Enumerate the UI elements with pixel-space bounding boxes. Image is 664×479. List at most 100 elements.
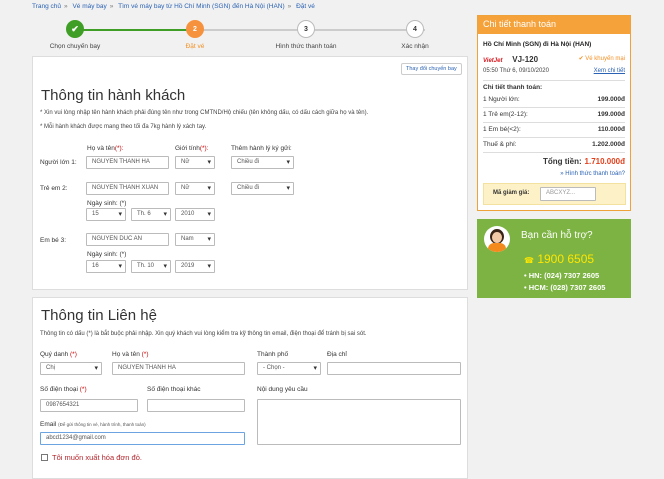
name-column-label: Họ và tên(*): bbox=[87, 145, 124, 152]
label-text: Số điện thoại bbox=[40, 386, 78, 393]
step-number: 3 bbox=[297, 20, 315, 38]
passenger-2-month-select[interactable]: Th. 6 bbox=[131, 208, 171, 221]
passenger-2-gender-select[interactable]: Nữ bbox=[175, 182, 215, 195]
step-label: Chọn chuyến bay bbox=[49, 43, 101, 50]
price-value: 199.000đ bbox=[597, 111, 625, 118]
divider bbox=[483, 80, 625, 81]
passenger-3-gender-select[interactable]: Nam bbox=[175, 233, 215, 246]
time-row: 05:50 Thứ 6, 09/10/2020 Xem chi tiết bbox=[483, 68, 625, 74]
phone-icon: ☎ bbox=[524, 256, 534, 265]
address-input[interactable] bbox=[327, 362, 461, 375]
payment-detail-title: Chi tiết thanh toán: bbox=[483, 84, 543, 91]
contact-panel: Thông tin Liên hệ Thông tin có dấu (*) l… bbox=[32, 297, 468, 479]
price-label: 1 Em bé(<2): bbox=[483, 126, 521, 133]
label-text: Họ và tên bbox=[112, 351, 140, 358]
passenger-3-name-input[interactable]: NGUYEN DUC AN bbox=[86, 233, 169, 246]
change-flight-button[interactable]: Thay đổi chuyến bay bbox=[401, 63, 462, 75]
price-value: 110.000đ bbox=[597, 126, 625, 133]
price-line: Thuế & phí: 1.202.000đ bbox=[483, 141, 625, 148]
passenger-1-gender-select[interactable]: Nữ bbox=[175, 156, 215, 169]
hotline[interactable]: ☎ 1900 6505 bbox=[524, 252, 594, 266]
passenger-title: Thông tin hành khách bbox=[41, 87, 186, 104]
passenger-3-month-select[interactable]: Th. 10 bbox=[131, 260, 171, 273]
breadcrumb: Trang chủ» Vé máy bay» Tìm vé máy bay từ… bbox=[32, 3, 315, 10]
step-label: Đặt vé bbox=[185, 43, 205, 50]
email-label: Email (Để gửi thông tin vé, hành trình, … bbox=[40, 421, 146, 428]
phone2-input[interactable] bbox=[147, 399, 245, 412]
booking-steps: ✔ Chọn chuyến bay 2 Đặt vé 3 Hình thức t… bbox=[30, 16, 470, 56]
required-mark: (*) bbox=[141, 351, 149, 358]
contact-title: Thông tin Liên hệ bbox=[41, 307, 157, 324]
address-label: Địa chỉ bbox=[327, 351, 347, 358]
flight-time: 05:50 Thứ 6, 09/10/2020 bbox=[483, 68, 549, 74]
city-label: Thành phố bbox=[257, 351, 289, 358]
required-mark: (*) bbox=[70, 351, 77, 358]
support-title: Bạn cần hỗ trợ? bbox=[521, 230, 593, 241]
price-label: 1 Người lớn: bbox=[483, 96, 520, 103]
step-number: 4 bbox=[406, 20, 424, 38]
hcm-phone: • HCM: (028) 7307 2605 bbox=[524, 283, 606, 292]
fullname-label: Họ và tên (*) bbox=[112, 351, 149, 358]
breadcrumb-current[interactable]: Đặt vé bbox=[296, 3, 315, 10]
passenger-1-name-input[interactable]: NGUYEN THANH HA bbox=[86, 156, 169, 169]
label-text: Họ và tên bbox=[87, 145, 115, 152]
invoice-checkbox[interactable] bbox=[41, 454, 48, 461]
support-box: Bạn cần hỗ trợ? ☎ 1900 6505 • HN: (024) … bbox=[477, 219, 631, 298]
step-choose-flight[interactable]: ✔ Chọn chuyến bay bbox=[30, 20, 120, 50]
invoice-label[interactable]: Tôi muốn xuất hóa đơn đỏ. bbox=[52, 453, 142, 462]
face-shape bbox=[492, 232, 502, 243]
passenger-2-label: Trẻ em 2: bbox=[40, 185, 68, 192]
view-detail-link[interactable]: Xem chi tiết bbox=[594, 68, 625, 74]
gender-column-label: Giới tính(*): bbox=[175, 145, 209, 152]
title-label: Quý danh (*) bbox=[40, 351, 77, 358]
passenger-1-label: Người lớn 1: bbox=[40, 159, 77, 166]
price-label: 1 Trẻ em(2-12): bbox=[483, 111, 528, 118]
payment-method-link-row: » Hình thức thanh toán? bbox=[483, 171, 625, 177]
fullname-input[interactable]: NGUYEN THANH HA bbox=[112, 362, 245, 375]
passenger-2-year-select[interactable]: 2010 bbox=[175, 208, 215, 221]
total-value: 1.710.000đ bbox=[584, 157, 625, 166]
passenger-2-baggage-select[interactable]: Chiều đi bbox=[231, 182, 294, 195]
hotline-number: 1900 6505 bbox=[537, 252, 595, 266]
passenger-1-baggage-select[interactable]: Chiều đi bbox=[231, 156, 294, 169]
title-select[interactable]: Chị bbox=[40, 362, 102, 375]
label-text: Giới tính bbox=[175, 145, 200, 152]
passenger-2-day-select[interactable]: 15 bbox=[86, 208, 126, 221]
step-label: Hình thức thanh toán bbox=[275, 43, 337, 50]
hanoi-phone: • HN: (024) 7307 2605 bbox=[524, 271, 600, 280]
promo-badge: ✔ Vé khuyến mại bbox=[579, 55, 625, 62]
phone-label: Số điện thoại (*) bbox=[40, 386, 87, 393]
check-icon: ✔ bbox=[66, 20, 84, 38]
passenger-2-dob-label: Ngày sinh: (*) bbox=[87, 200, 127, 207]
contact-note: Thông tin có dấu (*) là bắt buộc phải nh… bbox=[40, 331, 367, 337]
passenger-2-name-input[interactable]: NGUYEN THANH XUAN bbox=[86, 182, 169, 195]
tag-icon: ✔ bbox=[578, 56, 584, 62]
price-line: 1 Trẻ em(2-12): 199.000đ bbox=[483, 111, 625, 118]
total-label: Tổng tiền: bbox=[543, 157, 582, 166]
required-mark: (*) bbox=[79, 386, 87, 393]
request-textarea[interactable] bbox=[257, 399, 461, 445]
step-book[interactable]: 2 Đặt vé bbox=[150, 20, 240, 50]
request-label: Nội dung yêu cầu bbox=[257, 386, 308, 393]
step-label: Xác nhận bbox=[401, 43, 429, 50]
email-input[interactable]: abcd1234@gmail.com bbox=[40, 432, 245, 445]
required-mark: (*): bbox=[199, 145, 209, 152]
route-text: Hồ Chí Minh (SGN) đi Hà Nội (HAN) bbox=[483, 41, 592, 48]
city-select[interactable]: - Chọn - bbox=[257, 362, 321, 375]
breadcrumb-search[interactable]: Tìm vé máy bay từ Hồ Chí Minh (SGN) đến … bbox=[118, 3, 285, 10]
passenger-3-day-select[interactable]: 16 bbox=[86, 260, 126, 273]
passenger-3-year-select[interactable]: 2019 bbox=[175, 260, 215, 273]
promo-text: Vé khuyến mại bbox=[585, 56, 625, 62]
divider bbox=[483, 152, 625, 153]
shirt-shape bbox=[488, 243, 506, 252]
phone-input[interactable]: 0987654321 bbox=[40, 399, 138, 412]
hn-text: HN: (024) 7307 2605 bbox=[528, 271, 600, 280]
price-value: 1.202.000đ bbox=[592, 141, 625, 148]
hcm-text: HCM: (028) 7307 2605 bbox=[528, 283, 606, 292]
breadcrumb-flights[interactable]: Vé máy bay bbox=[72, 3, 106, 10]
phone2-label: Số điện thoại khác bbox=[147, 386, 201, 393]
breadcrumb-home[interactable]: Trang chủ bbox=[32, 3, 61, 10]
payment-method-link[interactable]: » Hình thức thanh toán? bbox=[560, 171, 625, 177]
price-line: 1 Em bé(<2): 110.000đ bbox=[483, 126, 625, 133]
discount-code-input[interactable]: ABCXYZ... bbox=[540, 187, 596, 201]
